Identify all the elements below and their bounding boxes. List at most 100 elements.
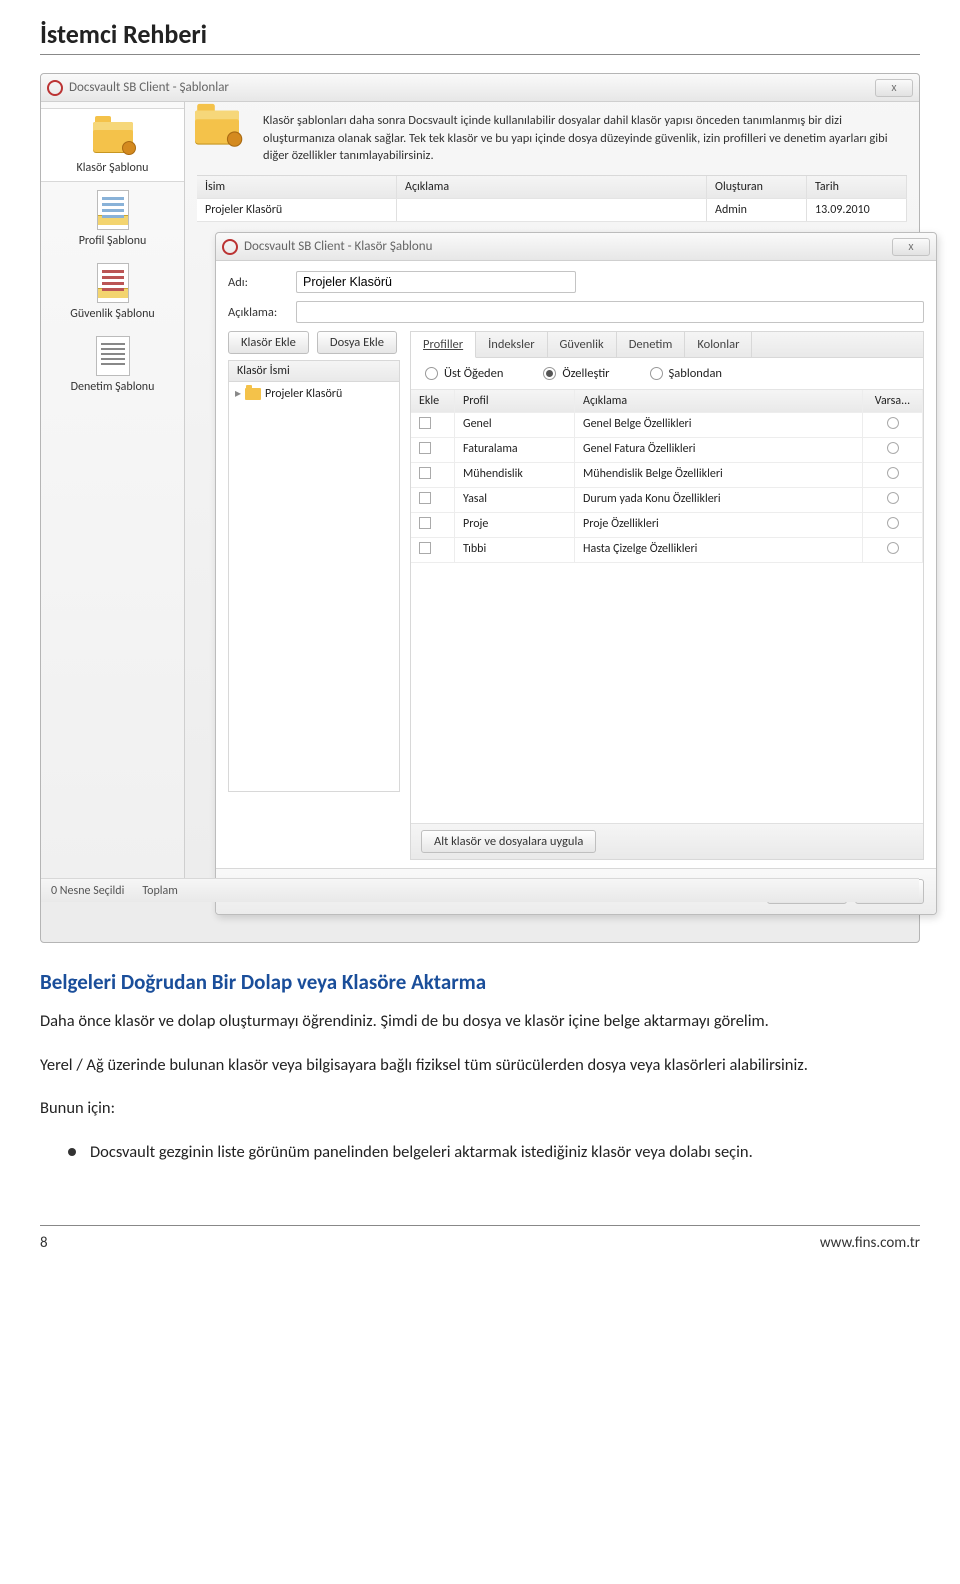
section-heading: Belgeleri Doğrudan Bir Dolap veya Klasör… bbox=[40, 969, 920, 995]
outer-window: Docsvault SB Client - Şablonlar x Klasör… bbox=[40, 73, 920, 943]
tab-indexes[interactable]: İndeksler bbox=[476, 332, 547, 357]
profile-row[interactable]: Mühendislik Mühendislik Belge Özellikler… bbox=[411, 463, 923, 488]
status-selected: 0 Nesne Seçildi bbox=[51, 884, 124, 898]
radio-customize[interactable]: Özelleştir bbox=[543, 366, 609, 381]
default-radio[interactable] bbox=[887, 467, 899, 479]
cell-name: Projeler Klasörü bbox=[197, 199, 397, 221]
sidebar-item-audit-template[interactable]: Denetim Şablonu bbox=[41, 328, 184, 401]
template-sidebar: Klasör Şablonu Profil Şablonu Güvenlik Ş… bbox=[41, 102, 185, 902]
footer-url: www.fins.com.tr bbox=[820, 1234, 920, 1252]
profile-row[interactable]: Faturalama Genel Fatura Özellikleri bbox=[411, 438, 923, 463]
sidebar-item-label: Klasör Şablonu bbox=[45, 161, 180, 175]
page-footer: 8 www.fins.com.tr bbox=[40, 1225, 920, 1252]
folder-icon bbox=[245, 388, 261, 400]
apply-subfolders-button[interactable]: Alt klasör ve dosyalara uygula bbox=[421, 830, 596, 853]
outer-main: Klasör şablonları daha sonra Docsvault i… bbox=[185, 102, 919, 902]
description-text: Klasör şablonları daha sonra Docsvault i… bbox=[263, 112, 907, 165]
folder-template-dialog: Docsvault SB Client - Klasör Şablonu x A… bbox=[215, 232, 937, 915]
default-radio[interactable] bbox=[887, 517, 899, 529]
cell-author: Admin bbox=[707, 199, 807, 221]
bullet-icon bbox=[68, 1148, 76, 1156]
default-radio[interactable] bbox=[887, 492, 899, 504]
paragraph: Yerel / Ağ üzerinde bulunan klasör veya … bbox=[40, 1053, 920, 1079]
dialog-titlebar: Docsvault SB Client - Klasör Şablonu x bbox=[216, 233, 936, 261]
col-header-date[interactable]: Tarih bbox=[807, 176, 907, 198]
checkbox[interactable] bbox=[419, 517, 431, 529]
folder-tree[interactable]: ▸ Projeler Klasörü bbox=[228, 382, 400, 792]
status-total: Toplam bbox=[142, 884, 178, 898]
template-grid-row[interactable]: Projeler Klasörü Admin 13.09.2010 bbox=[197, 199, 907, 222]
col-header-author[interactable]: Oluşturan bbox=[707, 176, 807, 198]
tab-audit[interactable]: Denetim bbox=[617, 332, 686, 357]
security-icon bbox=[97, 263, 129, 303]
desc-label: Açıklama: bbox=[228, 305, 288, 320]
bullet-item: Docsvault gezginin liste görünüm panelin… bbox=[68, 1140, 920, 1166]
source-radio-group: Üst Öğeden Özelleştir Şablondan bbox=[411, 358, 923, 390]
sidebar-item-label: Profil Şablonu bbox=[45, 234, 180, 248]
tab-security[interactable]: Güvenlik bbox=[548, 332, 617, 357]
add-file-button[interactable]: Dosya Ekle bbox=[317, 331, 397, 354]
col-header-name[interactable]: İsim bbox=[197, 176, 397, 198]
col-header-add[interactable]: Ekle bbox=[411, 390, 455, 412]
name-label: Adı: bbox=[228, 275, 288, 290]
desc-input[interactable] bbox=[296, 301, 924, 323]
tab-bar: Profiller İndeksler Güvenlik Denetim Kol… bbox=[411, 332, 923, 358]
app-icon bbox=[222, 239, 238, 255]
tab-columns[interactable]: Kolonlar bbox=[685, 332, 752, 357]
document-title: İstemci Rehberi bbox=[40, 18, 920, 55]
tree-item-label: Projeler Klasörü bbox=[265, 387, 342, 401]
col-header-default[interactable]: Varsa... bbox=[863, 390, 923, 412]
tree-header: Klasör İsmi bbox=[228, 360, 400, 382]
expand-icon[interactable]: ▸ bbox=[235, 386, 241, 401]
col-header-desc[interactable]: Açıklama bbox=[575, 390, 863, 412]
cell-desc bbox=[397, 199, 707, 221]
profile-row[interactable]: Tıbbi Hasta Çizelge Özellikleri bbox=[411, 538, 923, 563]
outer-titlebar: Docsvault SB Client - Şablonlar x bbox=[41, 74, 919, 102]
app-icon bbox=[47, 80, 63, 96]
tab-profiles[interactable]: Profiller bbox=[411, 332, 476, 358]
checkbox[interactable] bbox=[419, 442, 431, 454]
template-grid-header: İsim Açıklama Oluşturan Tarih bbox=[197, 175, 907, 199]
outer-window-title: Docsvault SB Client - Şablonlar bbox=[69, 80, 229, 95]
outer-close-button[interactable]: x bbox=[875, 79, 913, 97]
col-header-profile[interactable]: Profil bbox=[455, 390, 575, 412]
default-radio[interactable] bbox=[887, 417, 899, 429]
cell-date: 13.09.2010 bbox=[807, 199, 907, 221]
sidebar-item-profile-template[interactable]: Profil Şablonu bbox=[41, 182, 184, 255]
profile-row[interactable]: Genel Genel Belge Özellikleri bbox=[411, 413, 923, 438]
radio-from-parent[interactable]: Üst Öğeden bbox=[425, 366, 503, 381]
sidebar-item-security-template[interactable]: Güvenlik Şablonu bbox=[41, 255, 184, 328]
outer-statusbar: 0 Nesne Seçildi Toplam bbox=[41, 878, 919, 902]
checkbox[interactable] bbox=[419, 542, 431, 554]
table-empty-area bbox=[411, 563, 923, 823]
dialog-left-pane: Klasör Ekle Dosya Ekle Klasör İsmi ▸ Pro… bbox=[228, 331, 400, 860]
checkbox[interactable] bbox=[419, 492, 431, 504]
page-number: 8 bbox=[40, 1234, 48, 1252]
checkbox[interactable] bbox=[419, 417, 431, 429]
radio-from-template[interactable]: Şablondan bbox=[650, 366, 722, 381]
sidebar-item-label: Denetim Şablonu bbox=[45, 380, 180, 394]
col-header-desc[interactable]: Açıklama bbox=[397, 176, 707, 198]
profile-icon bbox=[97, 190, 129, 230]
folder-icon bbox=[93, 122, 133, 152]
profile-row[interactable]: Yasal Durum yada Konu Özellikleri bbox=[411, 488, 923, 513]
default-radio[interactable] bbox=[887, 542, 899, 554]
template-description: Klasör şablonları daha sonra Docsvault i… bbox=[197, 112, 907, 165]
folder-icon bbox=[195, 111, 239, 144]
paragraph: Daha önce klasör ve dolap oluşturmayı öğ… bbox=[40, 1009, 920, 1035]
dialog-title: Docsvault SB Client - Klasör Şablonu bbox=[244, 239, 432, 254]
add-folder-button[interactable]: Klasör Ekle bbox=[228, 331, 309, 354]
sidebar-item-folder-template[interactable]: Klasör Şablonu bbox=[41, 108, 184, 182]
default-radio[interactable] bbox=[887, 442, 899, 454]
sidebar-item-label: Güvenlik Şablonu bbox=[45, 307, 180, 321]
dialog-close-button[interactable]: x bbox=[892, 238, 930, 256]
paragraph: Bunun için: bbox=[40, 1096, 920, 1122]
dialog-right-pane: Profiller İndeksler Güvenlik Denetim Kol… bbox=[410, 331, 924, 860]
name-input[interactable] bbox=[296, 271, 576, 293]
profiles-table: Ekle Profil Açıklama Varsa... Genel Gene… bbox=[411, 390, 923, 823]
checkbox[interactable] bbox=[419, 467, 431, 479]
profile-row[interactable]: Proje Proje Özellikleri bbox=[411, 513, 923, 538]
bullet-text: Docsvault gezginin liste görünüm panelin… bbox=[90, 1140, 753, 1166]
tree-item[interactable]: ▸ Projeler Klasörü bbox=[235, 386, 393, 401]
audit-icon bbox=[96, 336, 130, 376]
